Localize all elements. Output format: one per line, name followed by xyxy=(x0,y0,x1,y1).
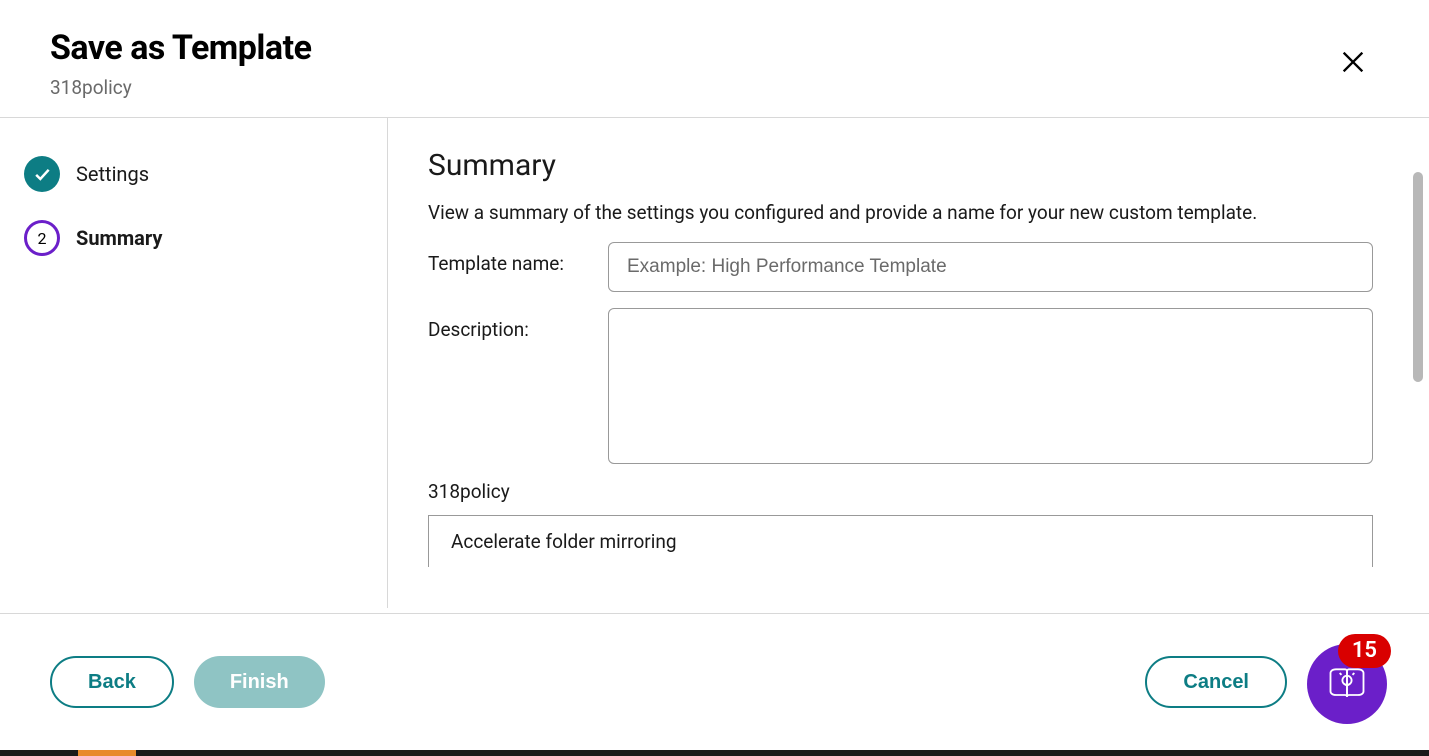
step-label: Summary xyxy=(76,226,162,250)
policy-name-heading: 318policy xyxy=(428,480,1373,503)
wizard-sidebar: Settings 2 Summary xyxy=(0,118,388,608)
description-textarea[interactable] xyxy=(608,308,1373,464)
description-row: Description: xyxy=(428,308,1373,464)
wizard-step-settings[interactable]: Settings xyxy=(24,156,363,192)
taskbar-sliver xyxy=(0,750,1429,756)
page-title: Save as Template xyxy=(50,28,311,68)
step-badge-current: 2 xyxy=(24,220,60,256)
help-badge-count: 15 xyxy=(1338,634,1391,668)
dialog-body: Settings 2 Summary Summary View a summar… xyxy=(0,118,1429,608)
step-badge-done xyxy=(24,156,60,192)
footer-left-buttons: Back Finish xyxy=(50,656,325,708)
page-subtitle: 318policy xyxy=(50,76,311,99)
check-icon xyxy=(32,164,52,184)
help-fab-button[interactable]: 15 xyxy=(1307,644,1387,724)
close-icon xyxy=(1339,48,1367,76)
section-description: View a summary of the settings you confi… xyxy=(428,201,1373,224)
template-name-label: Template name: xyxy=(428,242,608,275)
template-name-input[interactable] xyxy=(608,242,1373,292)
scrollbar-thumb[interactable] xyxy=(1413,172,1423,382)
template-name-row: Template name: xyxy=(428,242,1373,292)
dialog-header: Save as Template 318policy xyxy=(0,0,1429,117)
section-title: Summary xyxy=(428,148,1373,183)
back-button[interactable]: Back xyxy=(50,656,174,708)
wizard-step-summary[interactable]: 2 Summary xyxy=(24,220,363,256)
finish-button[interactable]: Finish xyxy=(194,656,325,708)
dialog-footer: Back Finish Cancel 15 xyxy=(0,613,1429,750)
cancel-button[interactable]: Cancel xyxy=(1145,656,1287,708)
book-lightbulb-icon xyxy=(1325,662,1369,706)
policy-setting-item: Accelerate folder mirroring xyxy=(428,515,1373,567)
footer-right-buttons: Cancel 15 xyxy=(1145,644,1379,720)
description-label: Description: xyxy=(428,308,608,341)
step-label: Settings xyxy=(76,162,149,186)
main-panel: Summary View a summary of the settings y… xyxy=(388,118,1429,608)
header-titles: Save as Template 318policy xyxy=(50,28,311,99)
close-button[interactable] xyxy=(1327,36,1379,91)
